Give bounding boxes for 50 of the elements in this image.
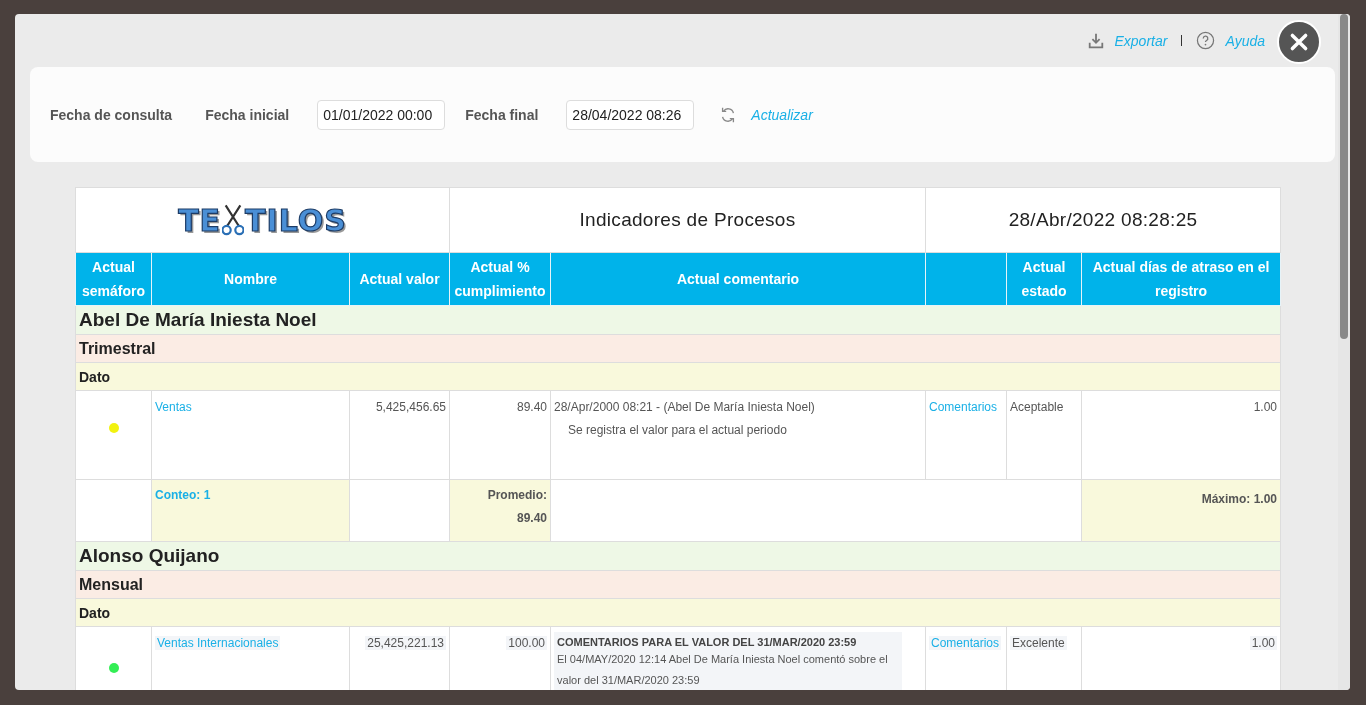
column-header: Actual valor: [349, 252, 450, 306]
table-cell: 89.40: [517, 400, 547, 414]
indicator-link[interactable]: Ventas: [155, 400, 192, 414]
scissors-icon: [222, 203, 245, 237]
average-label: Promedio:: [486, 487, 547, 504]
end-label: Fecha final: [465, 106, 539, 123]
average-value: 89.40: [516, 510, 547, 527]
group-person: Alonso Quijano: [75, 541, 1281, 571]
logo-text: TILOS: [245, 202, 347, 238]
column-header: Nombre: [151, 252, 350, 306]
comments-link[interactable]: Comentarios: [929, 636, 1002, 650]
scrollbar-thumb[interactable]: [1340, 14, 1348, 339]
filter-title: Fecha de consulta: [50, 106, 173, 123]
comments-link[interactable]: Comentarios: [929, 400, 998, 414]
export-link[interactable]: Exportar: [1086, 31, 1168, 50]
maximum-text: Máximo: 1.00: [1201, 492, 1277, 506]
report-title: Indicadores de Procesos: [449, 187, 926, 253]
indicator-link[interactable]: Ventas Internacionales: [155, 636, 281, 650]
column-header: Actual comentario: [550, 252, 926, 306]
help-link[interactable]: Ayuda: [1196, 31, 1265, 50]
group-type: Dato: [75, 362, 1281, 391]
group-period: Mensual: [75, 570, 1281, 599]
end-date-field[interactable]: 28/04/2022 08:26: [566, 99, 695, 130]
download-icon: [1086, 31, 1105, 50]
comment-text: El 04/MAY/2020 12:14 Abel De María Iniesta Noel comentó sobre el valor del 31/MAR/2020 23:59: [557, 652, 889, 688]
column-header: Actual días de atraso en el registro: [1081, 252, 1281, 306]
table-cell: 1.00: [1253, 400, 1277, 414]
column-header: Actual semáforo: [75, 252, 152, 306]
start-label: Fecha inicial: [205, 106, 290, 123]
status-text: Aceptable: [1010, 400, 1064, 414]
logo-text: TE: [178, 202, 222, 238]
report-date: 28/Abr/2022 08:28:25: [925, 187, 1281, 253]
group-person: Abel De María Iniesta Noel: [75, 305, 1281, 335]
column-header: Actual % cumplimiento: [449, 252, 551, 306]
help-icon: [1196, 31, 1216, 50]
count-text: Conteo: 1: [155, 488, 211, 502]
table-cell: 1.00: [1249, 636, 1277, 650]
table-cell: 5,425,456.65: [375, 400, 446, 414]
group-period: Trimestral: [75, 334, 1281, 363]
comment-header: 28/Apr/2000 08:21 - (Abel De María Iniesta Noel): [554, 400, 816, 414]
column-header: Actual estado: [1006, 252, 1082, 306]
start-date-field[interactable]: 01/01/2022 00:00: [317, 99, 446, 130]
table-cell: 25,425,221.13: [365, 636, 446, 650]
comment-title: COMENTARIOS PARA EL VALOR DEL 31/MAR/2020 23:59: [557, 636, 858, 648]
group-type: Dato: [75, 598, 1281, 627]
close-icon: [1288, 31, 1310, 53]
table-cell: 100.00: [506, 636, 547, 650]
update-link[interactable]: Actualizar: [751, 106, 813, 123]
status-text: Excelente: [1010, 636, 1067, 650]
comment-text: Se registra el valor para el actual periodo: [568, 423, 788, 437]
